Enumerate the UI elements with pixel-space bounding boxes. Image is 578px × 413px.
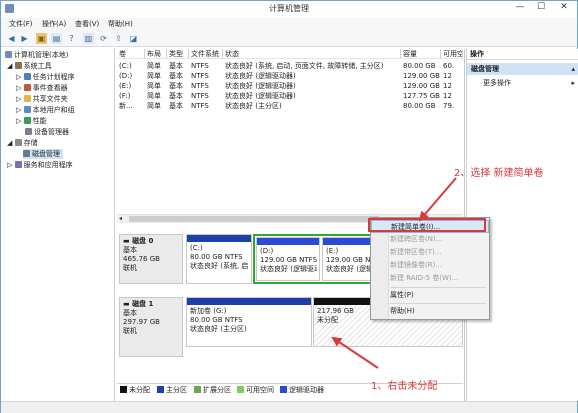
annotation-arrows — [331, 177, 457, 369]
annotation-step1: 1、右击未分配 — [371, 381, 438, 392]
arrow-to-menu — [418, 177, 457, 222]
annotation-step2: 2、选择 新建简单卷 — [454, 168, 544, 179]
arrow-to-unallocated — [331, 336, 379, 369]
